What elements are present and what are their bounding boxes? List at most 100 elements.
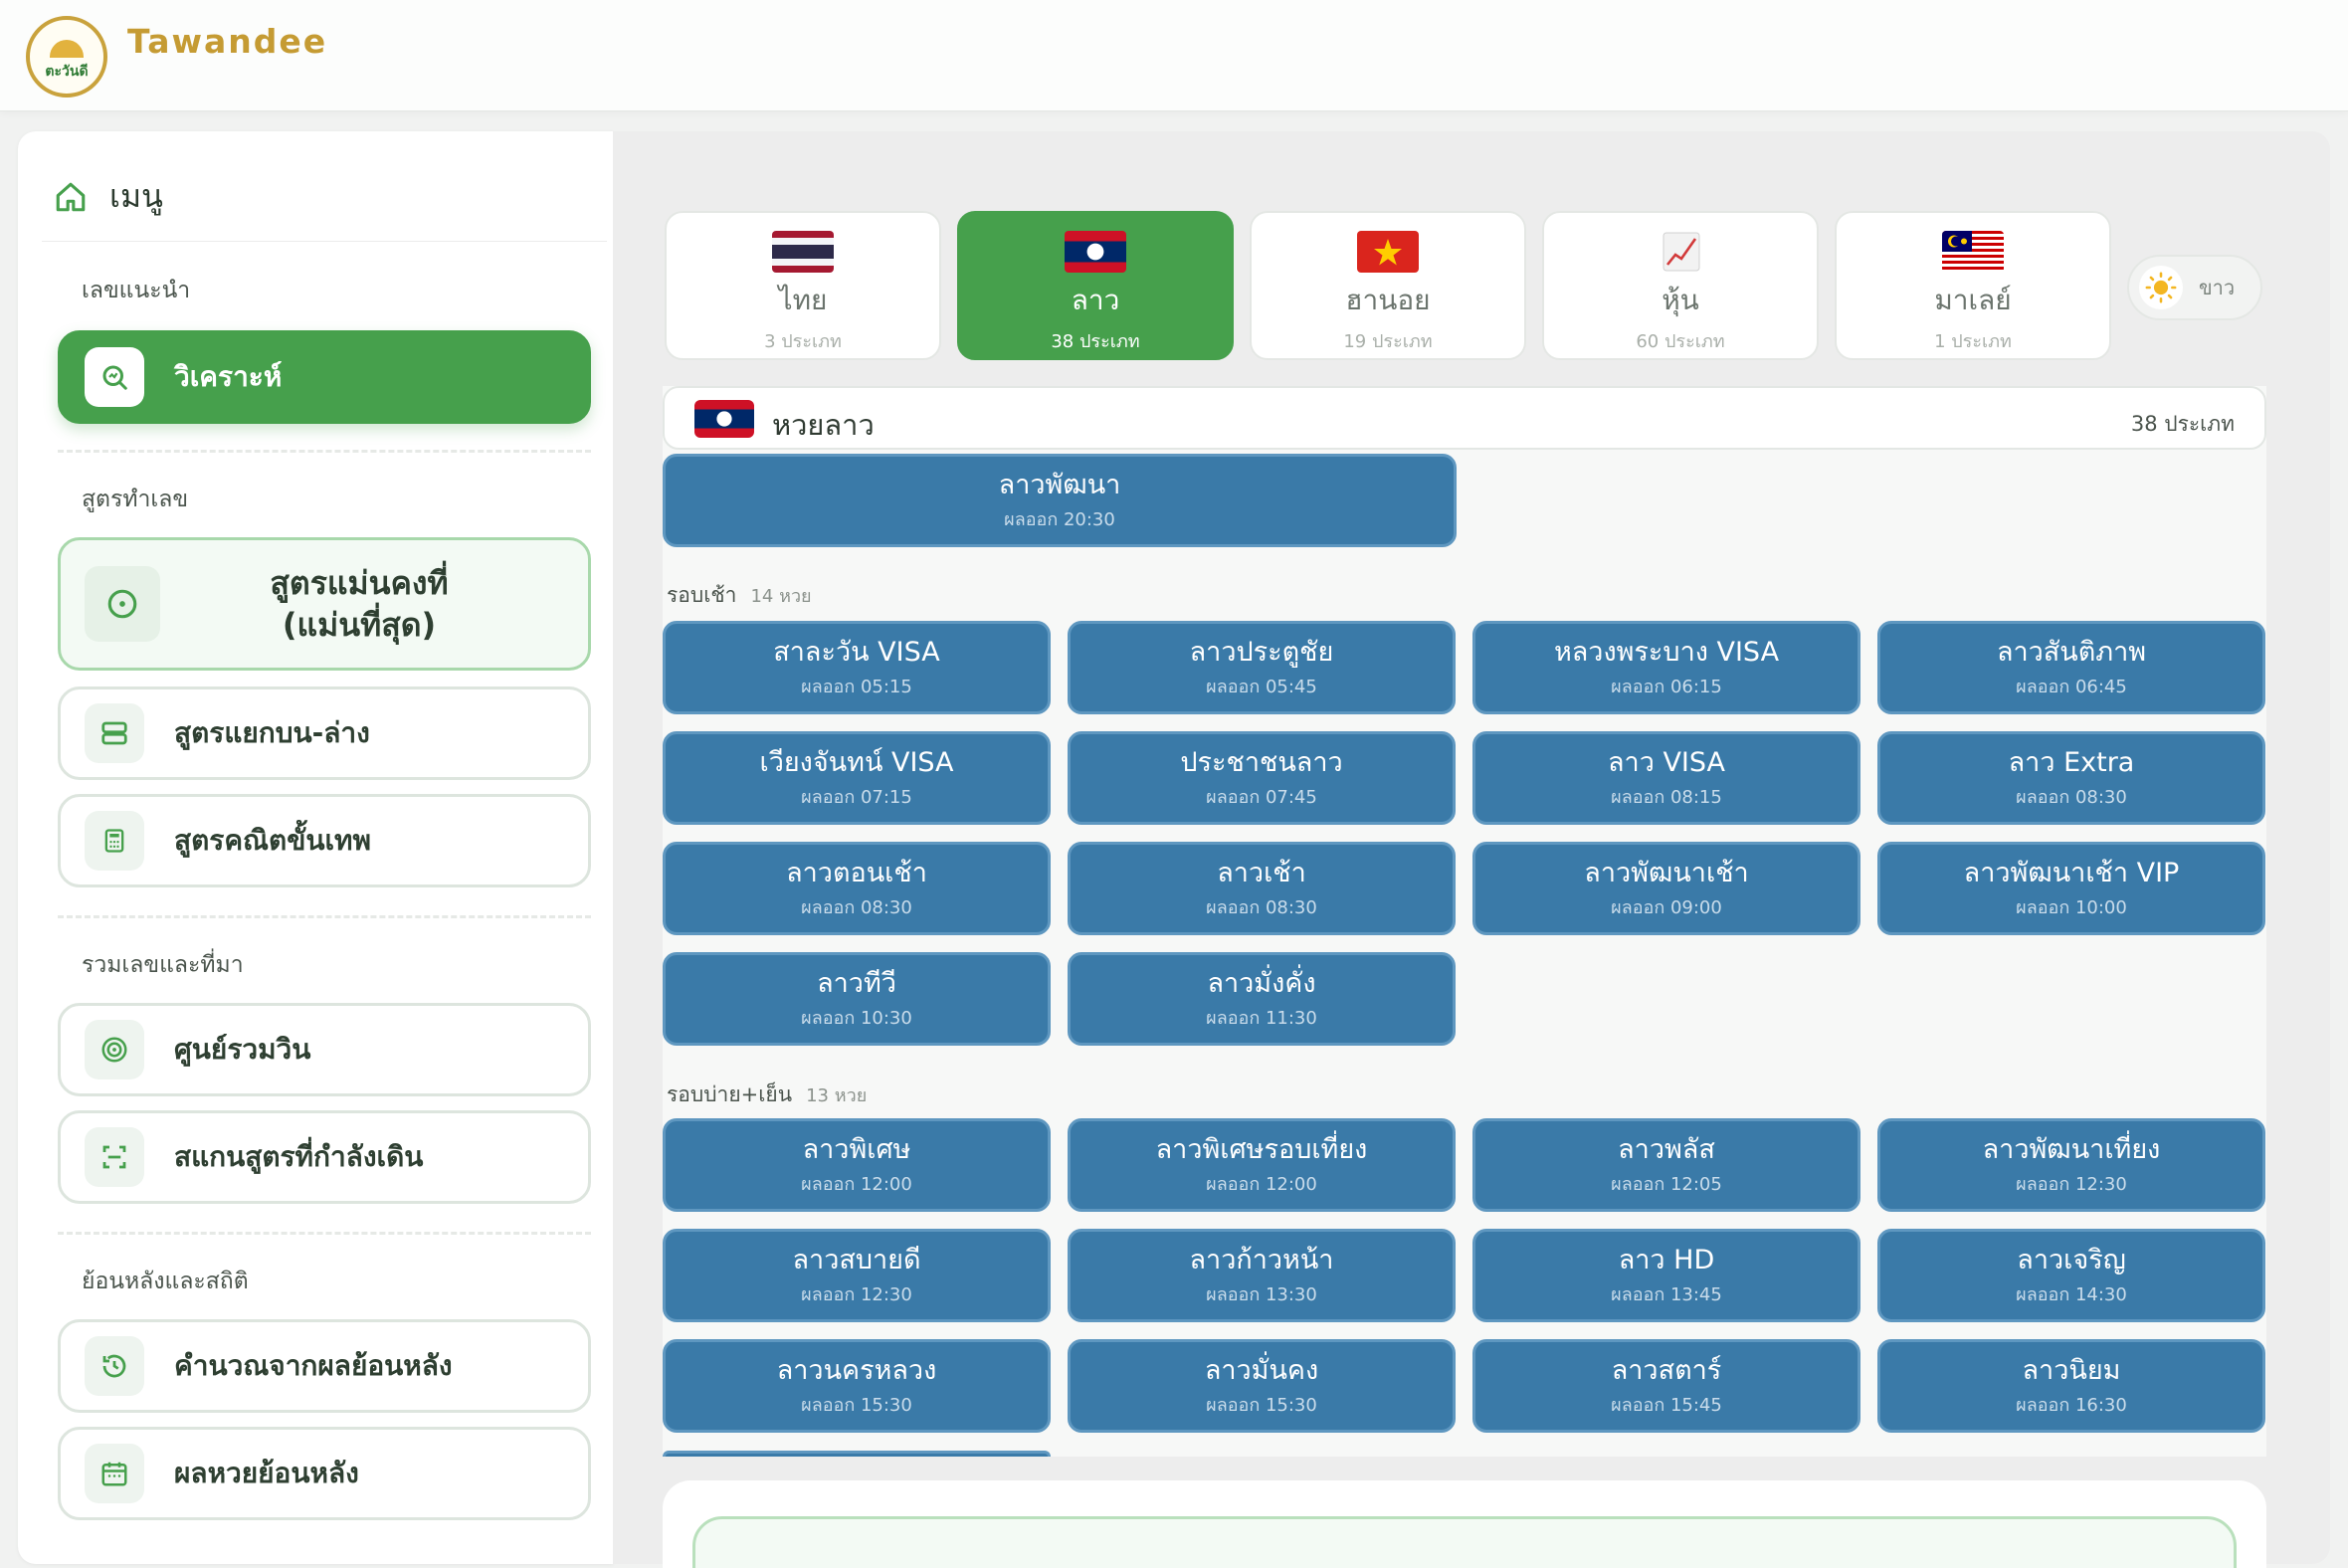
menu-title: เมนู (109, 177, 163, 215)
lottery-time: ผลออก 05:15 (801, 676, 912, 697)
nav-analyze-button[interactable]: วิเคราะห์ (58, 330, 591, 424)
lottery-button[interactable]: หลวงพระบาง VISA ผลออก 06:15 (1472, 621, 1860, 714)
lottery-button[interactable]: สาละวัน VISA ผลออก 05:15 (663, 621, 1051, 714)
nav-stable-formula-button[interactable]: สูตรแม่นคงที่ (แม่นที่สุด) (58, 537, 591, 671)
lottery-time: ผลออก 07:45 (1206, 786, 1317, 808)
nav-updown-label: สูตรแยกบน-ล่าง (174, 716, 370, 749)
lottery-time: ผลออก 10:00 (2016, 896, 2127, 918)
home-icon (56, 182, 86, 211)
lottery-button-partial[interactable] (663, 1451, 1051, 1457)
lottery-name: ลาวพิเศษรอบเที่ยง (1155, 1133, 1368, 1165)
lottery-button[interactable]: ลาวตอนเช้า ผลออก 08:30 (663, 842, 1051, 935)
target-icon (85, 566, 160, 642)
lottery-button-featured[interactable]: ลาวพัฒนา ผลออก 20:30 (663, 454, 1457, 547)
nav-math-button[interactable]: สูตรคณิตขั้นเทพ (58, 794, 591, 887)
tab-count: 3 ประเภท (764, 331, 842, 352)
tab-stocks[interactable]: หุ้น 60 ประเภท (1542, 211, 1819, 360)
lottery-button[interactable]: ลาวสตาร์ ผลออก 15:45 (1472, 1339, 1860, 1433)
lottery-button[interactable]: ลาวเจริญ ผลออก 14:30 (1877, 1229, 2265, 1322)
lottery-button[interactable]: ลาวพัฒนาเที่ยง ผลออก 12:30 (1877, 1118, 2265, 1212)
divider (58, 450, 591, 453)
lottery-button[interactable]: ลาว HD ผลออก 13:45 (1472, 1229, 1860, 1322)
divider (42, 241, 607, 242)
group-count: 13 หวย (806, 1085, 868, 1106)
panel-title: หวยลาว (772, 408, 875, 442)
nav-stable-formula-label: สูตรแม่นคงที่ (แม่นที่สุด) (180, 562, 538, 646)
nav-scan-label: สแกนสูตรที่กำลังเดิน (174, 1140, 424, 1173)
lottery-name: ลาวนิยม (2022, 1354, 2121, 1386)
lottery-name: ประชาชนลาว (1180, 746, 1343, 778)
lottery-time: ผลออก 12:00 (801, 1173, 912, 1195)
nav-past-results-button[interactable]: ผลหวยย้อนหลัง (58, 1427, 591, 1520)
lottery-button[interactable]: ลาวนครหลวง ผลออก 15:30 (663, 1339, 1051, 1433)
tab-label: มาเลย์ (1934, 284, 2012, 316)
calendar-icon (85, 1444, 144, 1503)
lottery-time: ผลออก 16:30 (2016, 1394, 2127, 1416)
stable-line-2: (แม่นที่สุด) (282, 606, 437, 644)
lottery-time: ผลออก 12:05 (1611, 1173, 1722, 1195)
group-morning: รอบเช้า 14 หวย (667, 579, 812, 612)
lottery-time: ผลออก 08:30 (1206, 896, 1317, 918)
stable-line-1: สูตรแม่นคงที่ (270, 564, 449, 602)
sun-icon (50, 39, 84, 58)
lottery-button[interactable]: ลาวสบายดี ผลออก 12:30 (663, 1229, 1051, 1322)
nav-calc-history-label: คำนวณจากผลย้อนหลัง (174, 1349, 453, 1382)
lottery-button[interactable]: ลาวพัฒนาเช้า VIP ผลออก 10:00 (1877, 842, 2265, 935)
group-label: รอบบ่าย+เย็น (667, 1082, 793, 1106)
lottery-button[interactable]: ลาว VISA ผลออก 08:15 (1472, 731, 1860, 825)
lottery-button[interactable]: ลาวมั่งคั่ง ผลออก 11:30 (1068, 952, 1456, 1046)
lottery-button[interactable]: เวียงจันทน์ VISA ผลออก 07:15 (663, 731, 1051, 825)
nav-win-center-button[interactable]: ศูนย์รวมวิน (58, 1003, 591, 1096)
lottery-button[interactable]: ลาวพิเศษรอบเที่ยง ผลออก 12:00 (1068, 1118, 1456, 1212)
history-icon (85, 1336, 144, 1396)
lottery-time: ผลออก 20:30 (1004, 508, 1115, 530)
nav-scan-button[interactable]: สแกนสูตรที่กำลังเดิน (58, 1110, 591, 1204)
lottery-button[interactable]: ลาวพลัสผลออก 12:05 (1472, 1118, 1860, 1212)
search-chart-icon (85, 347, 144, 407)
lottery-name: ลาวพัฒนาเที่ยง (1982, 1133, 2161, 1165)
lottery-button[interactable]: ลาว Extra ผลออก 08:30 (1877, 731, 2265, 825)
group-afternoon: รอบบ่าย+เย็น 13 หวย (667, 1078, 867, 1111)
lottery-name: ลาวพัฒนาเช้า VIP (1963, 857, 2180, 888)
lottery-name: ลาวก้าวหน้า (1189, 1244, 1334, 1275)
nav-past-results-label: ผลหวยย้อนหลัง (174, 1457, 359, 1489)
lottery-button[interactable]: ลาวมั่นคง ผลออก 15:30 (1068, 1339, 1456, 1433)
tab-lao[interactable]: ลาว 38 ประเภท (957, 211, 1234, 360)
divider (58, 1232, 591, 1235)
group-label: รอบเช้า (667, 583, 737, 607)
lottery-button[interactable]: ลาวประตูชัย ผลออก 05:45 (1068, 621, 1456, 714)
lottery-button[interactable]: ลาวพิเศษ ผลออก 12:00 (663, 1118, 1051, 1212)
lottery-name: เวียงจันทน์ VISA (759, 746, 954, 778)
calculator-icon (85, 811, 144, 871)
brand-name[interactable]: Tawandee (127, 22, 327, 61)
lottery-button[interactable]: ลาวทีวี ผลออก 10:30 (663, 952, 1051, 1046)
tab-thai[interactable]: ไทย 3 ประเภท (665, 211, 941, 360)
tab-count: 60 ประเภท (1636, 331, 1725, 352)
brand-logo[interactable]: ตะวันดี (26, 16, 107, 98)
lottery-time: ผลออก 06:45 (2016, 676, 2127, 697)
lottery-button[interactable]: ลาวก้าวหน้า ผลออก 13:30 (1068, 1229, 1456, 1322)
lottery-time: ผลออก 15:30 (801, 1394, 912, 1416)
divider (58, 915, 591, 918)
tab-count: 1 ประเภท (1934, 331, 2012, 352)
menu-header: เมนู (54, 171, 163, 222)
group-count: 14 หวย (750, 586, 812, 607)
lottery-button[interactable]: ลาวพัฒนาเช้า ผลออก 09:00 (1472, 842, 1860, 935)
lottery-button[interactable]: ประชาชนลาวผลออก 07:45 (1068, 731, 1456, 825)
lottery-button[interactable]: ลาวนิยมผลออก 16:30 (1877, 1339, 2265, 1433)
lottery-name: สาละวัน VISA (773, 636, 940, 668)
nav-calc-history-button[interactable]: คำนวณจากผลย้อนหลัง (58, 1319, 591, 1413)
tab-malay[interactable]: มาเลย์ 1 ประเภท (1835, 211, 2111, 360)
panel-header: หวยลาว 38 ประเภท (663, 386, 2266, 450)
lottery-name: ลาวเจริญ (2017, 1244, 2126, 1275)
section-collect: รวมเลขและที่มา (82, 952, 244, 978)
lottery-button[interactable]: ลาวสันติภาพ ผลออก 06:45 (1877, 621, 2265, 714)
tab-hanoi[interactable]: ฮานอย 19 ประเภท (1250, 211, 1526, 360)
lottery-time: ผลออก 08:15 (1611, 786, 1722, 808)
lottery-time: ผลออก 13:45 (1611, 1283, 1722, 1305)
nav-win-center-label: ศูนย์รวมวิน (174, 1033, 311, 1066)
lottery-button[interactable]: ลาวเช้า ผลออก 08:30 (1068, 842, 1456, 935)
nav-updown-button[interactable]: สูตรแยกบน-ล่าง (58, 686, 591, 780)
lottery-name: ลาวพลัส (1618, 1133, 1715, 1165)
theme-toggle[interactable]: ขาว (2127, 255, 2262, 320)
